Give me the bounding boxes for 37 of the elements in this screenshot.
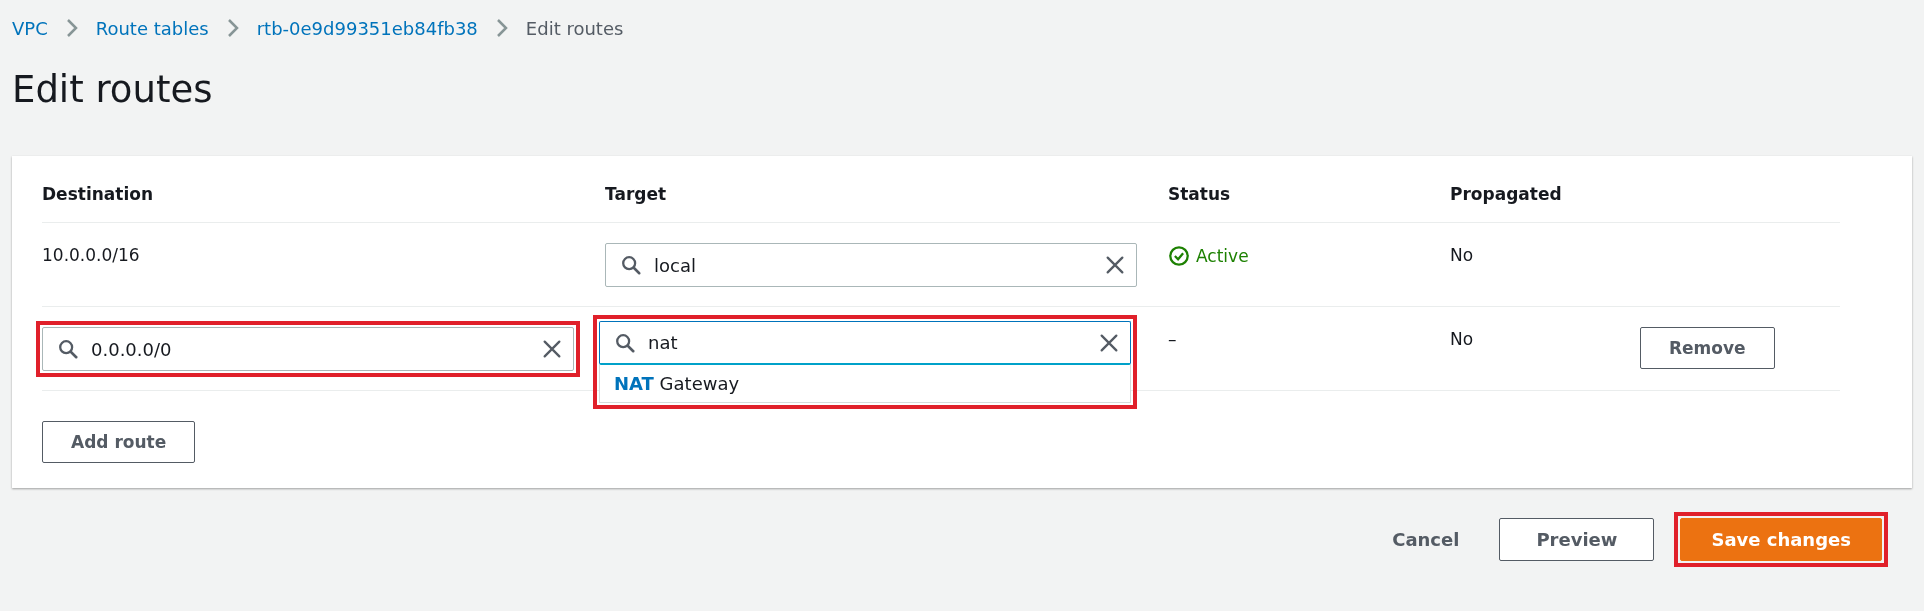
table-cell: No	[1450, 329, 1474, 349]
page-title: Edit routes	[12, 68, 214, 113]
close-icon	[541, 338, 563, 360]
breadcrumb-link[interactable]: VPC	[12, 17, 48, 39]
preview-button[interactable]: Preview	[1499, 518, 1655, 561]
column-header: Propagated	[1450, 156, 1640, 223]
close-icon	[1104, 254, 1126, 276]
status-text: Active	[1196, 246, 1249, 266]
target-field[interactable]: local	[605, 243, 1137, 287]
search-input[interactable]: 0.0.0.0/0	[89, 337, 531, 361]
search-icon	[620, 254, 642, 276]
search-input[interactable]: local	[652, 253, 1094, 277]
column-header: Target	[605, 156, 1168, 223]
search-input[interactable]: nat	[646, 331, 1088, 354]
target-field[interactable]: nat	[599, 321, 1131, 365]
clear-button[interactable]	[541, 338, 563, 360]
add-route-button[interactable]: Add route	[42, 421, 196, 463]
chevron-right-icon	[226, 18, 239, 38]
breadcrumb-link[interactable]: rtb-0e9d99351eb84fb38	[256, 17, 478, 39]
chevron-right-icon	[65, 18, 78, 38]
close-icon	[1098, 331, 1120, 354]
column-header: Destination	[42, 156, 605, 223]
remove-button[interactable]: Remove	[1640, 327, 1775, 369]
cancel-button[interactable]: Cancel	[1378, 519, 1474, 560]
table-cell: 10.0.0.0/16	[42, 245, 140, 265]
table-cell: No	[1450, 245, 1474, 265]
search-icon	[57, 338, 79, 360]
breadcrumb-current: Edit routes	[525, 17, 624, 39]
destination-field[interactable]: 0.0.0.0/0	[42, 327, 574, 371]
clear-button[interactable]	[1098, 331, 1120, 354]
breadcrumb-link[interactable]: Route tables	[95, 17, 209, 39]
dropdown-option[interactable]: NAT Gateway	[600, 365, 1130, 402]
chevron-right-icon	[495, 18, 508, 38]
search-icon	[614, 331, 636, 354]
column-header: Status	[1168, 156, 1450, 223]
clear-button[interactable]	[1104, 254, 1126, 276]
status-text: –	[1168, 329, 1177, 349]
